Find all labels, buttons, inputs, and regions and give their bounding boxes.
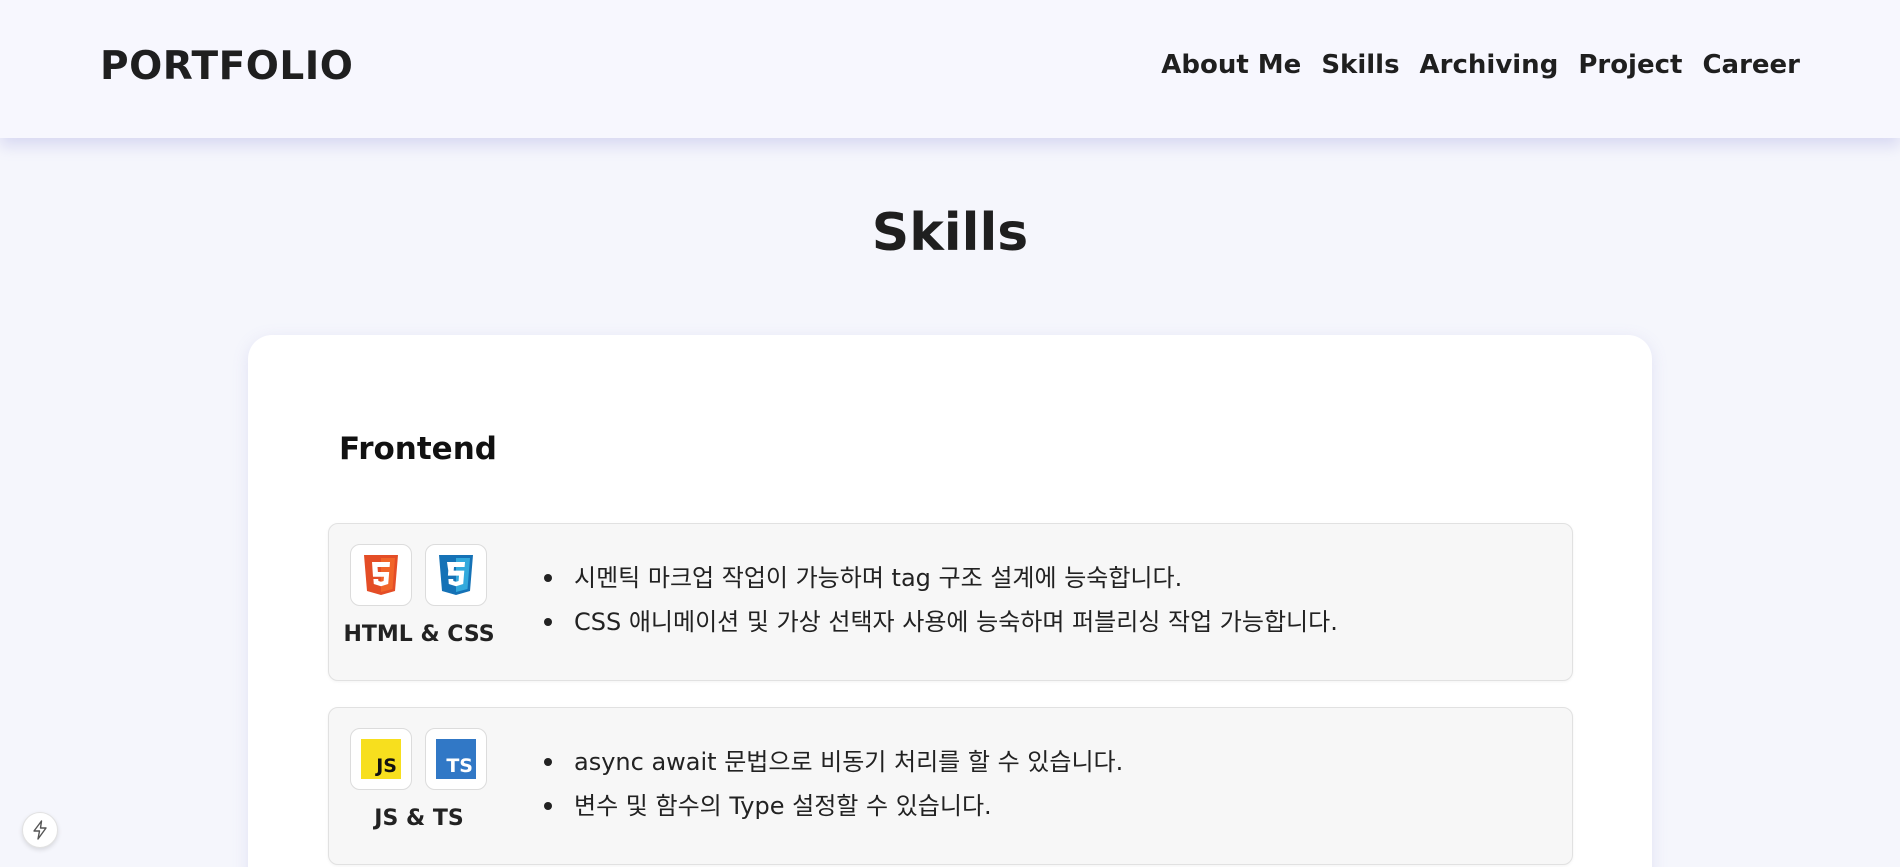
main-nav: About Me Skills Archiving Project Career [1161,50,1800,80]
skill-row-js-ts: JS TS JS & TS async await 문법으로 비동기 처리를 할… [328,707,1573,865]
skill-description-list: async await 문법으로 비동기 처리를 할 수 있습니다. 변수 및 … [544,748,1123,836]
logo[interactable]: PORTFOLIO [100,44,353,89]
skill-description: CSS 애니메이션 및 가상 선택자 사용에 능숙하며 퍼블리싱 작업 가능합니… [544,608,1338,652]
skill-description-list: 시멘틱 마크업 작업이 가능하며 tag 구조 설계에 능숙합니다. CSS 애… [544,564,1338,652]
nav-skills[interactable]: Skills [1321,50,1399,80]
nav-project[interactable]: Project [1578,50,1682,80]
nav-about-me[interactable]: About Me [1161,50,1301,80]
lightning-icon [33,820,47,840]
page: PORTFOLIO About Me Skills Archiving Proj… [0,0,1900,867]
skill-row-html-css: HTML & CSS 시멘틱 마크업 작업이 가능하며 tag 구조 설계에 능… [328,523,1573,681]
skill-description: 시멘틱 마크업 작업이 가능하며 tag 구조 설계에 능숙합니다. [544,564,1338,608]
skills-card: Frontend HTML & CSS 시멘틱 마크업 작업이 가능하며 tag… [248,335,1652,867]
site-header: PORTFOLIO About Me Skills Archiving Proj… [0,0,1900,138]
javascript-icon: JS [350,728,412,790]
skill-description: async await 문법으로 비동기 처리를 할 수 있습니다. [544,748,1123,792]
ts-badge: TS [436,739,476,779]
js-badge: JS [361,739,401,779]
html5-icon [350,544,412,606]
category-title: Frontend [339,431,497,467]
skill-name: HTML & CSS [343,622,495,647]
skill-description: 변수 및 함수의 Type 설정할 수 있습니다. [544,792,1123,836]
section-title: Skills [871,203,1029,263]
nav-career[interactable]: Career [1702,50,1800,80]
typescript-icon: TS [425,728,487,790]
floating-action-button[interactable] [22,812,58,848]
skill-name: JS & TS [374,806,464,831]
nav-archiving[interactable]: Archiving [1420,50,1559,80]
css3-icon [425,544,487,606]
